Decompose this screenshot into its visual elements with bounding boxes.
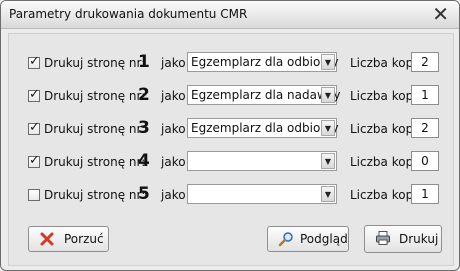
print-row-3: ✓ Drukuj stronę nr: 3 jako Egzemplarz dl… xyxy=(9,118,453,142)
page-number-2: 2 xyxy=(138,85,150,105)
title-bar: Parametry drukowania dokumentu CMR ✕ xyxy=(1,1,459,29)
copies-input-4[interactable]: 0 xyxy=(411,151,439,171)
dialog-window: Parametry drukowania dokumentu CMR ✕ ✓ D… xyxy=(0,0,460,271)
preview-button[interactable]: Podgląd xyxy=(267,226,349,252)
page-number-4: 4 xyxy=(138,151,150,171)
print-options-panel: ✓ Drukuj stronę nr: 1 jako Egzemplarz dl… xyxy=(8,33,454,266)
magnifier-icon xyxy=(278,232,293,247)
check-mark-icon: ✓ xyxy=(29,87,40,102)
copies-input-2[interactable]: 1 xyxy=(411,85,439,105)
copy-type-select-5[interactable]: ▼ xyxy=(187,184,337,204)
print-page-label-4: Drukuj stronę nr: xyxy=(44,155,146,169)
print-page-checkbox-5[interactable] xyxy=(28,189,40,201)
as-label-5: jako xyxy=(161,188,186,202)
chevron-down-icon[interactable]: ▼ xyxy=(321,120,335,136)
copy-type-value-2: Egzemplarz dla nadawcy xyxy=(191,88,341,102)
print-page-checkbox-2[interactable]: ✓ xyxy=(28,87,40,102)
as-label-2: jako xyxy=(161,89,186,103)
page-number-3: 3 xyxy=(138,118,150,138)
print-row-2: ✓ Drukuj stronę nr: 2 jako Egzemplarz dl… xyxy=(9,85,453,109)
print-page-checkbox-4[interactable]: ✓ xyxy=(28,153,40,168)
chevron-down-icon[interactable]: ▼ xyxy=(321,54,335,70)
chevron-down-icon[interactable]: ▼ xyxy=(321,153,335,169)
check-mark-icon: ✓ xyxy=(29,153,40,168)
page-number-5: 5 xyxy=(138,184,150,204)
chevron-down-icon[interactable]: ▼ xyxy=(321,87,335,103)
print-page-label-2: Drukuj stronę nr: xyxy=(44,89,146,103)
as-label-4: jako xyxy=(161,155,186,169)
print-page-label-3: Drukuj stronę nr: xyxy=(44,122,146,136)
copy-type-value-3: Egzemplarz dla odbiorcy xyxy=(191,121,339,135)
print-row-5: Drukuj stronę nr: 5 jako ▼ Liczba kopii:… xyxy=(9,184,453,208)
print-row-1: ✓ Drukuj stronę nr: 1 jako Egzemplarz dl… xyxy=(9,52,453,76)
print-row-4: ✓ Drukuj stronę nr: 4 jako ▼ Liczba kopi… xyxy=(9,151,453,175)
red-x-icon xyxy=(40,232,54,246)
window-title: Parametry drukowania dokumentu CMR xyxy=(9,7,248,21)
print-button[interactable]: Drukuj xyxy=(364,225,442,253)
chevron-down-icon[interactable]: ▼ xyxy=(321,186,335,202)
copies-input-1[interactable]: 2 xyxy=(411,52,439,72)
copy-type-select-1[interactable]: Egzemplarz dla odbiorcy ▼ xyxy=(187,52,339,72)
copy-type-select-3[interactable]: Egzemplarz dla odbiorcy ▼ xyxy=(187,118,339,138)
printer-icon xyxy=(376,231,390,245)
page-number-1: 1 xyxy=(138,52,150,72)
check-mark-icon: ✓ xyxy=(29,120,40,135)
check-mark-icon: ✓ xyxy=(29,54,40,69)
copies-input-3[interactable]: 2 xyxy=(411,118,439,138)
print-label: Drukuj xyxy=(399,232,439,246)
print-page-checkbox-1[interactable]: ✓ xyxy=(28,54,40,69)
copy-type-value-1: Egzemplarz dla odbiorcy xyxy=(191,55,339,69)
copies-input-5[interactable]: 1 xyxy=(411,184,439,204)
cancel-label: Porzuć xyxy=(64,232,104,246)
cancel-button[interactable]: Porzuć xyxy=(28,226,109,252)
print-page-label-5: Drukuj stronę nr: xyxy=(44,188,146,202)
print-page-label-1: Drukuj stronę nr: xyxy=(44,56,146,70)
as-label-1: jako xyxy=(161,56,186,70)
print-page-checkbox-3[interactable]: ✓ xyxy=(28,120,40,135)
copy-type-select-4[interactable]: ▼ xyxy=(187,151,337,171)
copy-type-select-2[interactable]: Egzemplarz dla nadawcy ▼ xyxy=(187,85,341,105)
as-label-3: jako xyxy=(161,122,186,136)
preview-label: Podgląd xyxy=(300,232,348,246)
close-icon[interactable]: ✕ xyxy=(432,3,449,25)
